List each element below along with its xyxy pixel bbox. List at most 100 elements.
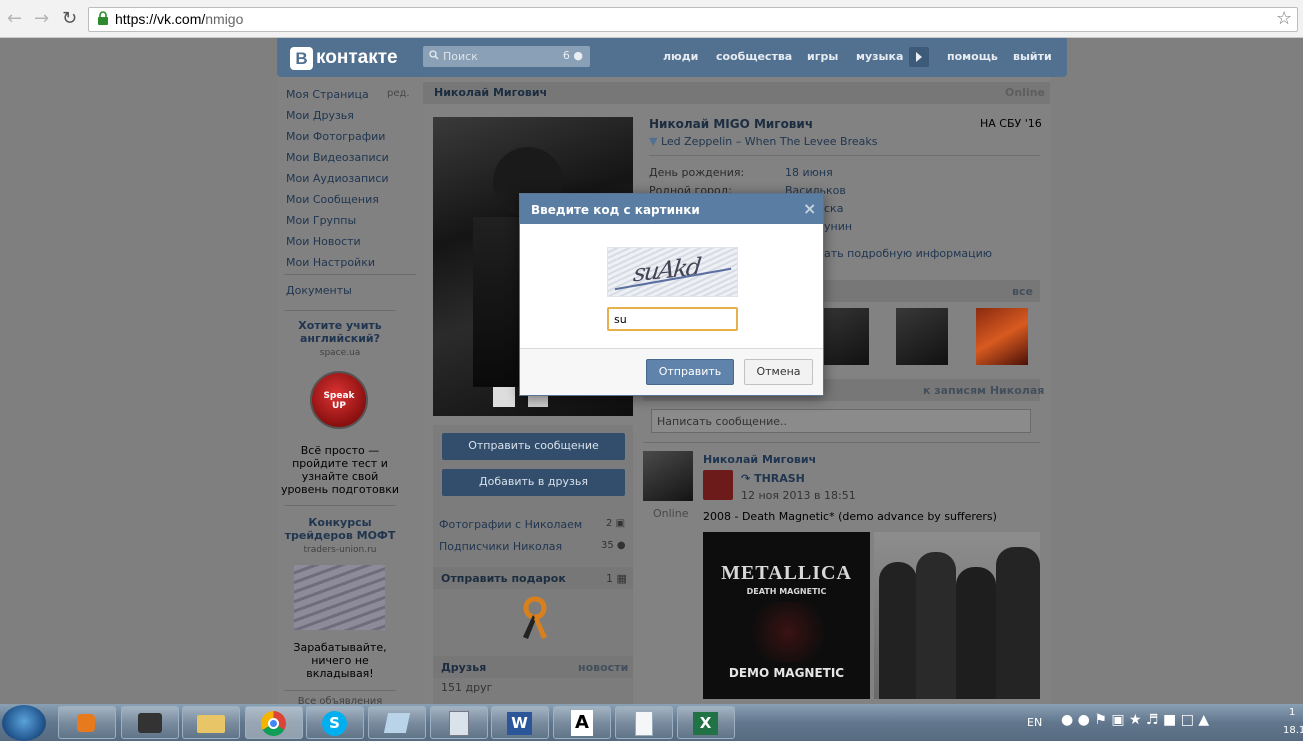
friends-count: 151 друг: [441, 681, 493, 694]
post-author-name[interactable]: Николай Мигович: [703, 453, 816, 466]
nav-games[interactable]: игры: [807, 50, 838, 63]
back-arrow-icon[interactable]: ←: [7, 9, 22, 29]
language-indicator[interactable]: EN: [1027, 716, 1042, 729]
vk-logo[interactable]: В контакте: [290, 45, 398, 71]
lock-icon: [98, 11, 108, 25]
post-date[interactable]: 12 ноя 2013 в 18:51: [741, 489, 856, 502]
speakup-logo[interactable]: Speak UP: [310, 371, 368, 429]
send-message-button[interactable]: Отправить сообщение: [442, 433, 625, 460]
nav-music[interactable]: музыка: [856, 50, 903, 63]
document-icon[interactable]: [615, 706, 673, 739]
logo-text: контакте: [316, 47, 398, 68]
show-full-info-link[interactable]: ать подробную информацию: [824, 247, 992, 260]
photos-with-link[interactable]: Фотографии с Николаем: [439, 518, 582, 531]
url-text[interactable]: https://vk.com/nmigo: [115, 11, 243, 27]
info-value-partial-1[interactable]: ска: [824, 202, 843, 215]
nav-communities[interactable]: сообщества: [716, 50, 792, 63]
post-author-avatar[interactable]: [643, 451, 693, 501]
search-icon: [429, 50, 439, 60]
search-box[interactable]: Поиск 6 ●: [423, 46, 590, 67]
sidebar-item-news[interactable]: Мои Новости: [286, 235, 361, 248]
sidebar-item-settings[interactable]: Мои Настройки: [286, 256, 375, 269]
repost-icon: ↷: [741, 472, 751, 485]
friends-news-link[interactable]: новости: [578, 661, 628, 674]
gift-count: 1 ▦: [606, 572, 627, 585]
ribbon-gift-image[interactable]: [517, 595, 553, 641]
dialog-title: Введите код с картинки: [531, 203, 700, 217]
photos-all-link[interactable]: все: [1012, 285, 1033, 298]
divider: [284, 310, 396, 311]
ad-text-english[interactable]: Всё просто — пройдите тест и узнайте сво…: [280, 444, 400, 496]
photo-thumb[interactable]: [976, 308, 1028, 365]
sidebar-item-documents[interactable]: Документы: [286, 284, 352, 297]
captcha-input[interactable]: [609, 309, 736, 329]
search-count: 6 ●: [562, 49, 583, 62]
nav-logout[interactable]: выйти: [1013, 50, 1052, 63]
close-icon[interactable]: ×: [803, 199, 816, 218]
skype-icon[interactable]: S: [306, 706, 364, 739]
sidebar-item-messages[interactable]: Мои Сообщения: [286, 193, 379, 206]
sidebar-item-photos[interactable]: Мои Фотографии: [286, 130, 385, 143]
reload-icon[interactable]: ↻: [62, 9, 77, 29]
ad-source-traders[interactable]: traders-union.ru: [284, 545, 396, 555]
photos-with-count: 2 ▣: [606, 518, 626, 529]
logo-letter: В: [290, 46, 313, 70]
add-friend-button[interactable]: Добавить в друзья: [442, 469, 625, 496]
band-photo-image[interactable]: [874, 532, 1040, 699]
profile-status[interactable]: ▼ Led Zeppelin – When The Levee Breaks: [649, 135, 877, 148]
calculator-icon[interactable]: [430, 706, 488, 739]
play-icon[interactable]: [909, 47, 929, 67]
cancel-button[interactable]: Отмена: [744, 359, 813, 385]
sidebar-item-audio[interactable]: Мои Аудиозаписи: [286, 172, 389, 185]
sidebar-item-videos[interactable]: Мои Видеозаписи: [286, 151, 389, 164]
folder-icon[interactable]: [182, 706, 240, 739]
font-app-icon[interactable]: A: [553, 706, 611, 739]
chrome-icon[interactable]: [245, 706, 303, 739]
user-icon: ●: [573, 49, 583, 62]
media-player-icon[interactable]: [58, 706, 116, 739]
photo-thumb[interactable]: [896, 308, 948, 365]
friends-label[interactable]: Друзья: [441, 661, 486, 674]
ad-title-traders[interactable]: Конкурсы трейдеров МОФТ: [284, 516, 396, 542]
camera-icon: ▣: [615, 518, 626, 529]
nav-people[interactable]: люди: [663, 50, 698, 63]
tray-icons[interactable]: ● ● ⚑ ▣ ★ ♬ ■ □ ▲: [1061, 712, 1209, 728]
notes-icon[interactable]: [368, 706, 426, 739]
money-ad-image[interactable]: [294, 565, 385, 630]
profile-tag: НА СБУ '16: [980, 117, 1042, 130]
send-gift-label[interactable]: Отправить подарок: [441, 572, 566, 585]
forward-arrow-icon[interactable]: →: [34, 9, 49, 29]
users-icon: ●: [616, 540, 626, 551]
profile-full-name: Николай MIGO Мигович: [649, 117, 814, 131]
camera-app-icon[interactable]: [121, 706, 179, 739]
excel-icon[interactable]: X: [677, 706, 735, 739]
nav-help[interactable]: помощь: [947, 50, 998, 63]
word-icon[interactable]: W: [491, 706, 549, 739]
birthday-value[interactable]: 18 июня: [785, 166, 833, 179]
divider: [284, 690, 396, 691]
bookmark-star-icon[interactable]: ☆: [1276, 8, 1292, 29]
thrash-group-avatar[interactable]: [703, 470, 733, 500]
captcha-field[interactable]: [607, 307, 738, 331]
ad-text-traders[interactable]: Зарабатывайте, ничего не вкладывая!: [284, 641, 396, 680]
wall-post-field[interactable]: [651, 409, 1031, 433]
edit-link[interactable]: ред.: [387, 88, 410, 99]
wall-link[interactable]: к записям Николая: [923, 384, 1044, 397]
start-button[interactable]: [2, 705, 46, 741]
followers-link[interactable]: Подписчики Николая: [439, 540, 562, 553]
repost-group[interactable]: ↷ THRASH: [741, 472, 805, 485]
gift-icon: ▦: [616, 572, 627, 585]
wall-post-input[interactable]: [652, 410, 1030, 432]
clock-line-2: 18.1: [1283, 725, 1303, 736]
sidebar-item-groups[interactable]: Мои Группы: [286, 214, 356, 227]
followers-count: 35 ●: [601, 540, 626, 551]
address-bar[interactable]: [88, 7, 1298, 32]
sidebar-item-my-page[interactable]: Моя Страница: [286, 88, 369, 101]
ad-title-english[interactable]: Хотите учить английский?: [284, 319, 396, 345]
submit-button[interactable]: Отправить: [646, 359, 734, 385]
sidebar-item-friends[interactable]: Мои Друзья: [286, 109, 354, 122]
info-value-partial-2[interactable]: унин: [824, 220, 852, 233]
post-text: 2008 - Death Magnetic* (demo advance by …: [703, 510, 997, 523]
album-cover-image[interactable]: METALLICA DEATH MAGNETIC DEMO MAGNETIC: [703, 532, 870, 699]
ad-source-english[interactable]: space.ua: [284, 348, 396, 358]
